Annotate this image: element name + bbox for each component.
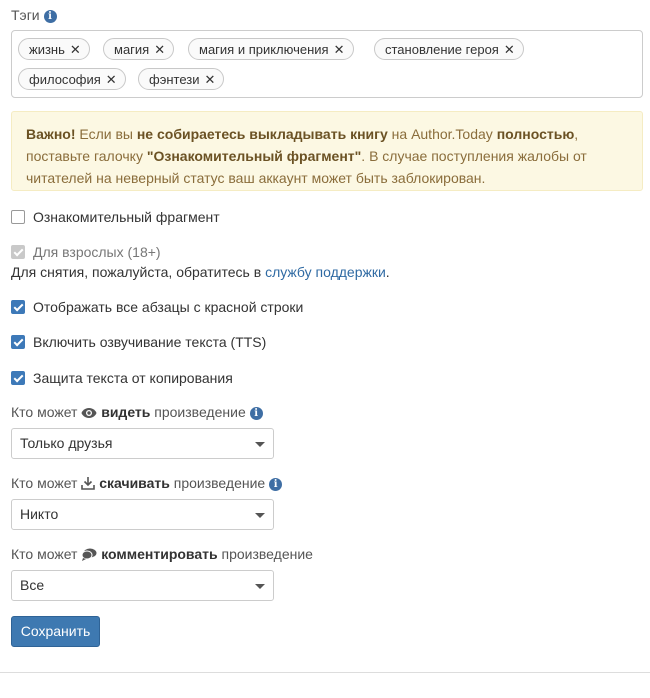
perm-suffix: произведение: [169, 475, 266, 491]
tag-chip: фэнтези ✕: [138, 68, 225, 90]
comment-permission-label: Кто может комментировать произведение: [11, 546, 313, 562]
tts-option[interactable]: Включить озвучивание текста (TTS): [11, 333, 266, 351]
red-line-label: Отображать все абзацы с красной строки: [33, 299, 304, 315]
red-line-checkbox[interactable]: [11, 300, 25, 314]
adult-hint: Для снятия, пожалуйста, обратитесь в слу…: [11, 264, 390, 280]
adult-hint-text: Для снятия, пожалуйста, обратитесь в: [11, 264, 266, 280]
view-permission-select[interactable]: Только друзья: [11, 428, 274, 459]
tag-label: философия: [29, 72, 101, 87]
notice-text: Если вы: [75, 126, 137, 142]
save-button[interactable]: Сохранить: [11, 616, 100, 647]
chevron-down-icon: [255, 584, 265, 589]
remove-tag-icon[interactable]: ✕: [70, 39, 81, 60]
chevron-down-icon: [255, 513, 265, 518]
remove-tag-icon[interactable]: ✕: [504, 39, 515, 60]
tag-chip: философия ✕: [18, 68, 126, 90]
adult-hint-end: .: [385, 264, 390, 280]
notice-important: Важно!: [26, 126, 76, 142]
support-link[interactable]: службу поддержки: [265, 264, 386, 280]
download-icon: [81, 477, 96, 490]
divider: [0, 672, 650, 673]
notice-text: на Author.Today: [387, 126, 497, 142]
notice-emphasis: "Ознакомительный фрагмент": [146, 148, 362, 164]
perm-verb: комментировать: [101, 546, 218, 562]
tags-label: Тэги i: [11, 7, 57, 23]
notice-emphasis: полностью: [496, 126, 575, 142]
perm-prefix: Кто может: [11, 475, 82, 491]
comment-permission-select[interactable]: Все: [11, 570, 274, 601]
adult-label: Для взрослых (18+): [33, 244, 161, 260]
tts-checkbox[interactable]: [11, 335, 25, 349]
adult-option: Для взрослых (18+): [11, 243, 161, 261]
perm-prefix: Кто может: [11, 404, 82, 420]
select-value: Все: [20, 577, 45, 593]
perm-verb: видеть: [101, 404, 151, 420]
info-icon[interactable]: i: [269, 478, 283, 491]
tag-chip: жизнь ✕: [18, 38, 90, 60]
copy-protect-label: Защита текста от копирования: [33, 370, 233, 386]
download-permission-label: Кто может скачивать произведение i: [11, 475, 283, 491]
tag-chip: магия ✕: [103, 38, 175, 60]
tag-label: магия: [114, 42, 150, 57]
remove-tag-icon[interactable]: ✕: [106, 69, 117, 90]
remove-tag-icon[interactable]: ✕: [154, 39, 165, 60]
tag-label: жизнь: [29, 42, 65, 57]
tags-input[interactable]: жизнь ✕ магия ✕ магия и приключения ✕ стано…: [11, 30, 643, 98]
perm-suffix: произведение: [150, 404, 246, 420]
select-value: Только друзья: [20, 435, 113, 451]
info-icon[interactable]: i: [43, 10, 57, 23]
tts-label: Включить озвучивание текста (TTS): [33, 334, 267, 350]
fragment-checkbox[interactable]: [11, 210, 25, 224]
tag-label: фэнтези: [149, 72, 200, 87]
info-icon[interactable]: i: [249, 407, 263, 420]
view-permission-label: Кто может видеть произведение i: [11, 404, 263, 420]
eye-icon: [81, 408, 97, 418]
chevron-down-icon: [255, 442, 265, 447]
fragment-option[interactable]: Ознакомительный фрагмент: [11, 208, 220, 226]
perm-prefix: Кто может: [11, 546, 82, 562]
red-line-option[interactable]: Отображать все абзацы с красной строки: [11, 298, 303, 316]
download-permission-select[interactable]: Никто: [11, 499, 274, 530]
notice-emphasis: не собираетесь выкладывать книгу: [136, 126, 388, 142]
warning-notice: Важно! Если вы не собираетесь выкладыват…: [11, 111, 643, 191]
comment-icon: [81, 548, 97, 561]
tags-label-text: Тэги: [11, 7, 40, 23]
select-value: Никто: [20, 506, 59, 522]
copy-protect-option[interactable]: Защита текста от копирования: [11, 369, 233, 387]
tag-label: становление героя: [385, 42, 499, 57]
remove-tag-icon[interactable]: ✕: [334, 39, 345, 60]
tag-chip: магия и приключения ✕: [188, 38, 354, 60]
remove-tag-icon[interactable]: ✕: [204, 69, 215, 90]
tag-chip: становление героя ✕: [374, 38, 524, 60]
perm-suffix: произведение: [217, 546, 313, 562]
copy-protect-checkbox[interactable]: [11, 371, 25, 385]
perm-verb: скачивать: [99, 475, 170, 491]
tag-label: магия и приключения: [199, 42, 329, 57]
adult-checkbox: [11, 245, 25, 259]
fragment-label: Ознакомительный фрагмент: [33, 209, 220, 225]
